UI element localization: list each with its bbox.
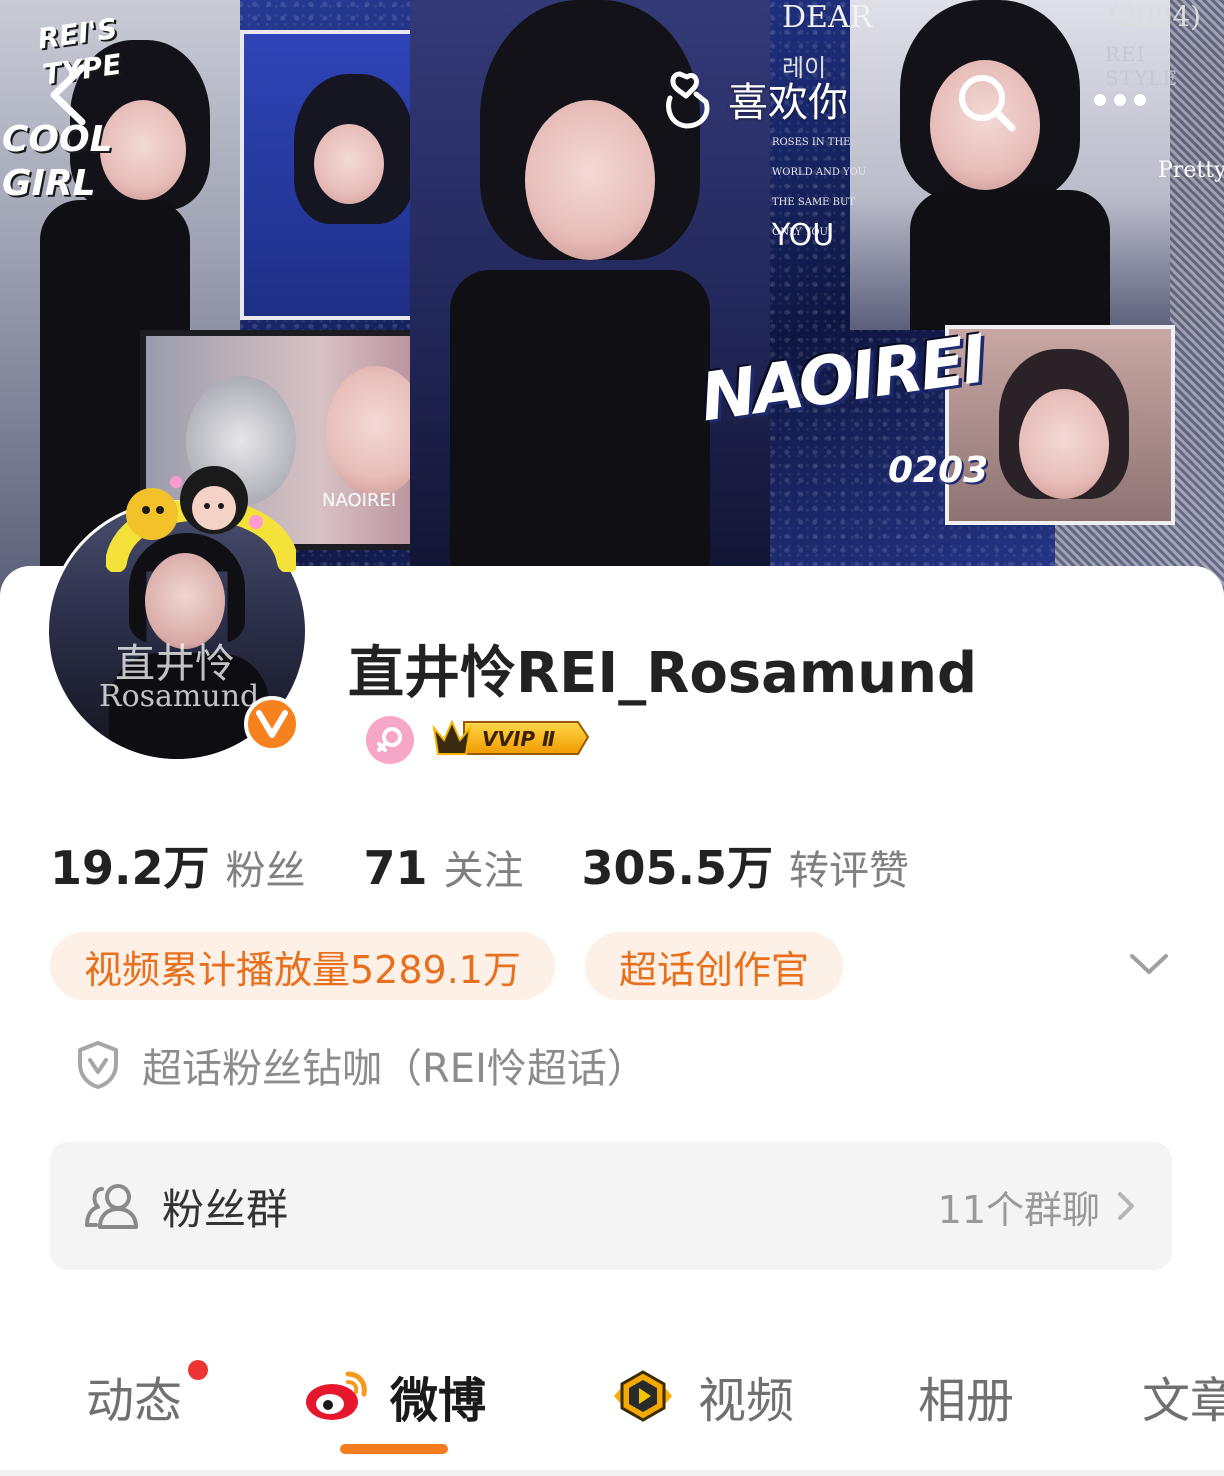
photo-face [314,124,384,204]
tab-label: 动态 [86,1373,183,1429]
stat-value: 19.2万 [50,841,210,895]
divider [0,1470,1224,1476]
profile-tabs: 动态 微博 视频 相册 文章 [0,1356,1224,1456]
photo-face [525,100,655,260]
tab-label: 微博 [390,1373,487,1429]
tag-video-plays[interactable]: 视频累计播放量5289.1万 [50,932,555,1000]
photo-body [450,270,710,600]
active-tab-indicator [340,1444,448,1454]
avatar-name-latin: Rosamund [99,679,260,714]
banner-text-naoirei-small: NAOIREI [322,490,397,511]
photo-face [1019,389,1109,499]
tab-articles[interactable]: 文章 [1142,1356,1224,1436]
stat-value: 71 [363,841,428,895]
verified-badge[interactable] [244,696,300,752]
fan-badge-label: 超话粉丝钻咖（REI怜超话） [142,1046,647,1092]
photo-body [910,190,1110,330]
banner-text-you: YOU [772,218,835,253]
notification-dot [188,1360,208,1380]
female-icon [377,727,402,752]
tab-album[interactable]: 相册 [918,1356,1014,1436]
tab-feed[interactable]: 动态 [86,1356,208,1436]
username: 直井怜REI_Rosamund [348,641,978,706]
chevron-down-icon [1130,954,1168,974]
like-button[interactable]: 喜欢你 [660,66,848,132]
banner-text-pretty: Pretty [1158,158,1224,183]
more-dots-icon [1094,94,1146,106]
search-button[interactable] [954,70,1020,136]
stat-interactions[interactable]: 305.5万 转评赞 [582,832,910,898]
tab-label: 视频 [698,1373,795,1429]
banner-text-cool-girl: COOL GIRL [2,119,113,204]
search-icon [959,75,1016,132]
fan-group-right: 11个群聊 [938,1179,1138,1234]
verified-v-icon [256,710,288,738]
tab-video[interactable]: 视频 [608,1356,794,1436]
fan-group-row[interactable]: 粉丝群 11个群聊 [50,1142,1172,1270]
banner-text-date: 0203 [888,450,989,491]
stat-label: 关注 [443,848,524,894]
supertopic-fan-badge[interactable]: 超话粉丝钻咖（REI怜超话） [76,1036,647,1094]
tab-weibo[interactable]: 微博 [304,1356,486,1436]
stat-label: 转评赞 [789,848,910,894]
like-label: 喜欢你 [728,80,848,126]
stats-row: 19.2万 粉丝 71 关注 305.5万 转评赞 [50,832,967,898]
stat-value: 305.5万 [581,841,774,895]
banner-text-style: REI STYLE [1105,42,1179,90]
weibo-logo-icon [306,1371,367,1420]
shield-v-icon [78,1041,118,1089]
users-icon [85,1184,138,1229]
stat-followers[interactable]: 19.2万 粉丝 [50,832,306,898]
vvip-label: VVIP Ⅱ [482,727,555,751]
vvip-badge-icon[interactable]: VVIP Ⅱ [430,714,590,760]
tab-label: 文章 [1142,1373,1224,1429]
expand-tags-button[interactable] [1124,944,1174,984]
tag-supertopic-creator[interactable]: 超话创作官 [584,932,843,1000]
chevron-left-icon [50,64,86,126]
chevron-right-icon [1118,1192,1134,1220]
tab-label: 相册 [918,1373,1015,1429]
banner-text-dear: DEAR [782,0,873,35]
back-button[interactable] [40,60,100,130]
video-play-icon [614,1370,672,1422]
banner-text-year: (2004) [1108,0,1202,33]
finger-heart-icon [666,71,710,129]
avatar-frame-decoration-icon [106,466,296,572]
gender-badge [366,716,414,764]
stat-following[interactable]: 71 关注 [364,838,524,896]
more-button[interactable] [1090,86,1160,116]
stat-label: 粉丝 [225,848,306,894]
fan-group-label: 粉丝群 [162,1184,289,1234]
tag-row: 视频累计播放量5289.1万 超话创作官 [50,932,843,1000]
fan-group-count: 11个群聊 [937,1187,1100,1232]
